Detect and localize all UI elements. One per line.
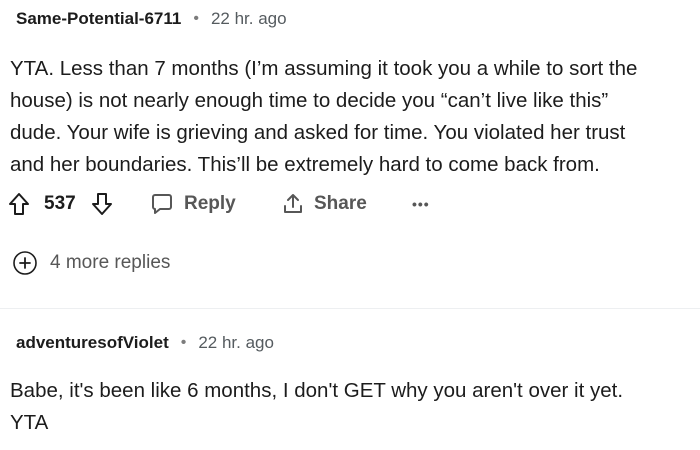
- comment-header: adventuresofViolet • 22 hr. ago: [16, 330, 274, 356]
- upvote-button[interactable]: [8, 188, 30, 220]
- comment-bubble-icon: [152, 194, 172, 214]
- comment-body-line: house) is not nearly enough time to deci…: [10, 89, 609, 112]
- comment-body-line: Babe, it's been like 6 months, I don't G…: [10, 379, 624, 402]
- meta-separator: •: [193, 10, 199, 27]
- more-replies-label: 4 more replies: [50, 252, 171, 273]
- downvote-button[interactable]: [91, 188, 113, 220]
- arrow-up-outline-icon: [9, 193, 29, 215]
- comment-header: Same-Potential-6711 • 22 hr. ago: [16, 6, 287, 32]
- comment-author[interactable]: adventuresofViolet: [16, 333, 169, 353]
- reply-button[interactable]: Reply: [150, 188, 236, 220]
- comment-action-bar: 537 Reply Share •••: [8, 188, 698, 220]
- more-replies-button[interactable]: 4 more replies: [12, 248, 170, 278]
- share-label: Share: [314, 193, 367, 214]
- comment-body-line: and her boundaries. This’ll be extremely…: [10, 153, 600, 176]
- comment-author[interactable]: Same-Potential-6711: [16, 9, 181, 29]
- comment-body: Babe, it's been like 6 months, I don't G…: [10, 375, 698, 439]
- comment-body-line: dude. Your wife is grieving and asked fo…: [10, 121, 626, 144]
- arrow-down-outline-icon: [92, 193, 112, 215]
- comment-body-line: YTA: [10, 411, 49, 434]
- vote-score: 537: [44, 193, 76, 214]
- more-options-button[interactable]: •••: [412, 188, 430, 220]
- comment-timestamp[interactable]: 22 hr. ago: [211, 9, 287, 29]
- comment-divider: [0, 308, 700, 309]
- ellipsis-icon: •••: [412, 196, 430, 212]
- meta-separator: •: [180, 334, 187, 351]
- comment-timestamp[interactable]: 22 hr. ago: [198, 333, 274, 353]
- plus-circle-icon: [13, 251, 37, 275]
- comment-body-line: YTA. Less than 7 months (I’m assuming it…: [10, 57, 638, 80]
- reply-label: Reply: [184, 193, 236, 214]
- comment-body: YTA. Less than 7 months (I’m assuming it…: [10, 53, 698, 181]
- share-button[interactable]: Share: [282, 188, 367, 220]
- share-upload-icon: [284, 194, 302, 213]
